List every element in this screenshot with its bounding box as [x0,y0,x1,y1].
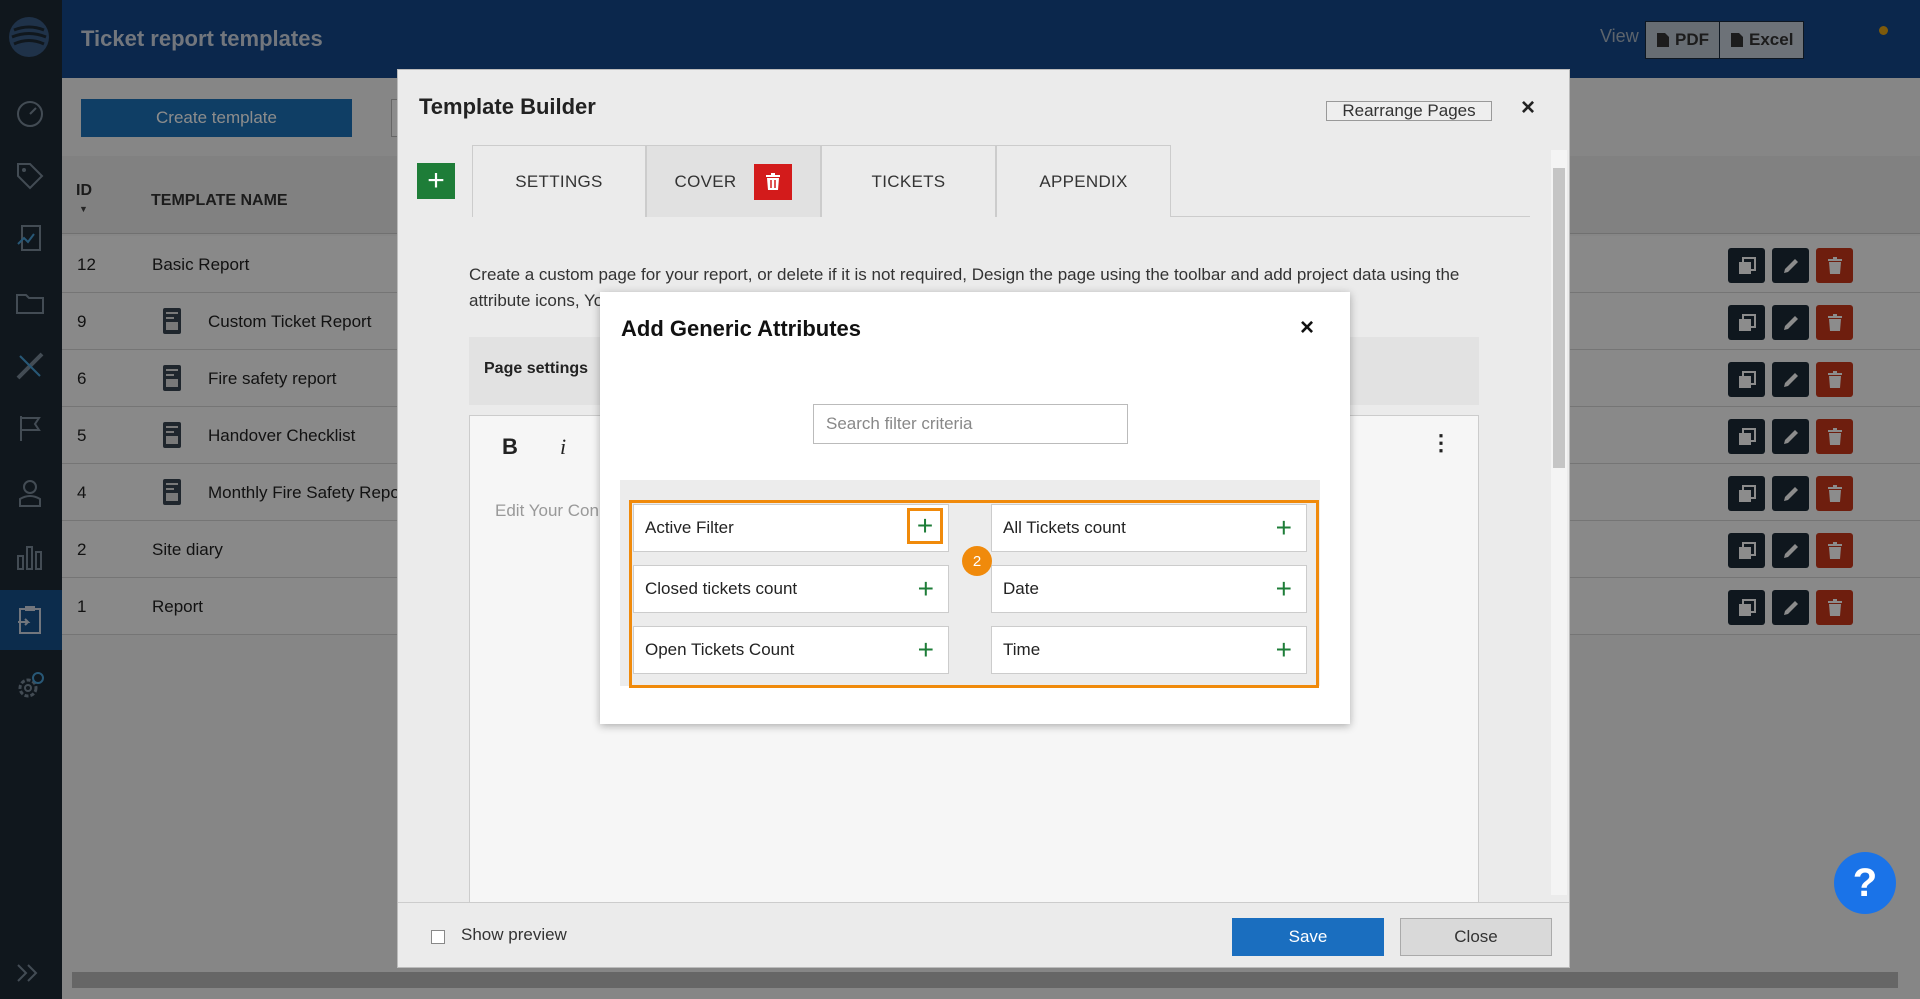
attribute-label: All Tickets count [1003,518,1126,537]
template-builder-title: Template Builder [419,94,596,119]
add-attribute-icon[interactable]: + [918,636,934,664]
scrollbar-thumb[interactable] [1553,168,1565,468]
more-options-icon[interactable]: ⋮ [1430,430,1452,456]
italic-button[interactable]: i [560,434,566,460]
attribute-item: Time + [991,626,1307,674]
attribute-item: Open Tickets Count + [633,626,949,674]
attribute-item: Closed tickets count + [633,565,949,613]
template-builder-header: Template Builder Rearrange Pages × [398,70,1569,145]
attributes-panel: Active Filter + Closed tickets count + O… [620,480,1320,688]
bold-button[interactable]: B [502,434,518,460]
add-attribute-icon[interactable]: + [1276,636,1292,664]
attribute-item: Active Filter + [633,504,949,552]
attribute-label: Open Tickets Count [645,640,795,659]
attribute-label: Time [1003,640,1041,659]
add-attribute-icon[interactable]: + [918,575,934,603]
tab-settings[interactable]: SETTINGS [472,145,646,217]
add-attribute-icon[interactable]: + [907,508,943,544]
tab-tickets[interactable]: TICKETS [821,145,996,217]
step-badge: 2 [962,546,992,576]
editor-placeholder: Edit Your Con [495,501,599,520]
close-button[interactable]: Close [1400,918,1552,956]
save-button[interactable]: Save [1232,918,1384,956]
vertical-scrollbar[interactable] [1551,150,1567,895]
add-page-button[interactable]: + [417,163,455,199]
delete-page-button[interactable] [754,163,793,200]
search-input[interactable] [813,404,1128,444]
show-preview-checkbox[interactable] [431,930,445,944]
add-attribute-icon[interactable]: + [1276,575,1292,603]
help-button[interactable]: ? [1834,852,1896,914]
tab-appendix[interactable]: APPENDIX [996,145,1171,217]
trash-icon [766,172,781,190]
template-builder-footer: Show preview Save Close [398,902,1569,967]
close-icon[interactable]: × [1521,94,1535,122]
add-attribute-icon[interactable]: + [1276,514,1292,542]
attribute-label: Date [1003,579,1039,598]
attribute-label: Closed tickets count [645,579,798,598]
tab-cover-label: COVER [674,171,737,191]
add-generic-attributes-modal: Add Generic Attributes × Active Filter +… [600,292,1350,724]
generic-attributes-title: Add Generic Attributes [621,316,861,341]
attribute-item: Date + [991,565,1307,613]
attribute-label: Active Filter [645,518,734,537]
rearrange-pages-button[interactable]: Rearrange Pages [1326,101,1492,121]
close-icon[interactable]: × [1300,314,1314,342]
page-tabs: SETTINGS COVER TICKETS APPENDIX [472,145,1530,217]
tab-cover[interactable]: COVER [646,145,821,217]
show-preview-label: Show preview [461,925,567,944]
attribute-item: All Tickets count + [991,504,1307,552]
